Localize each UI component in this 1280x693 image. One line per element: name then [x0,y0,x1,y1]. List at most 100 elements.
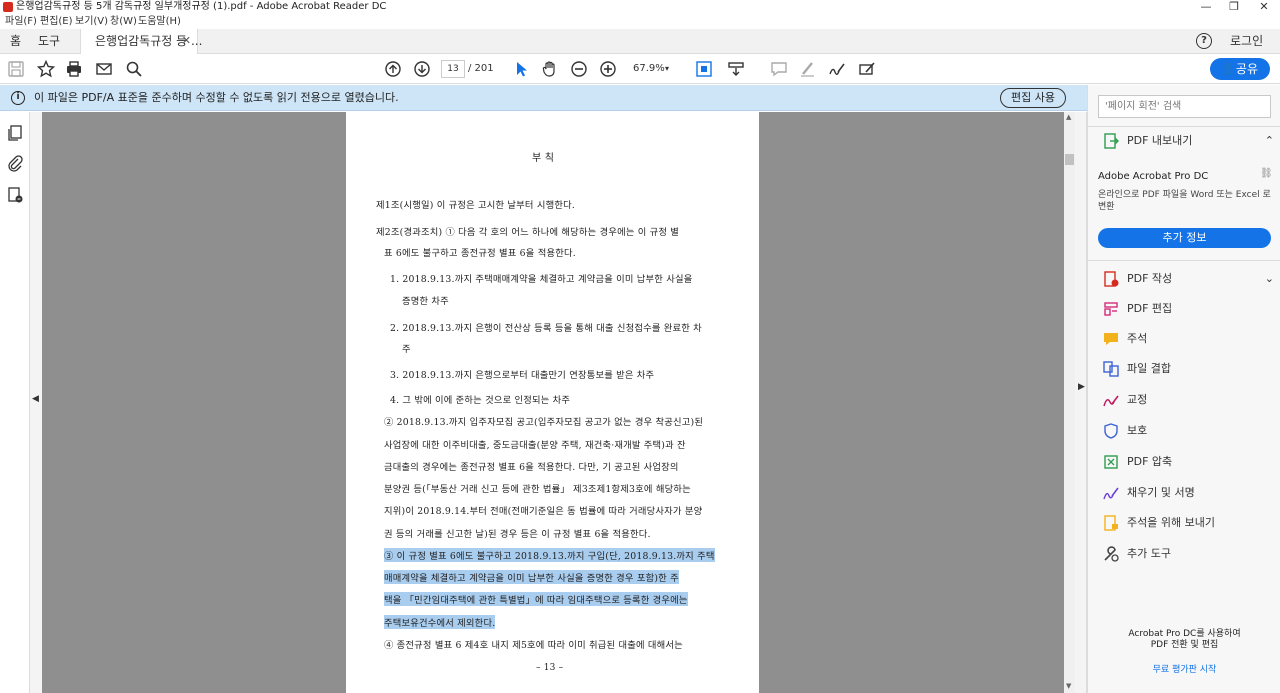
save-icon[interactable] [5,58,27,80]
title-bar: 은행업감독규정 등 5개 감독규정 일부개정규정 (1).pdf - Adobe… [0,0,1280,14]
menu-edit[interactable]: 편집(E) [40,14,73,29]
right-panel-toggle[interactable]: ▶ [1075,112,1087,693]
selected-line: 주택보유건수에서 제외한다. [384,615,496,629]
export-pdf-tool[interactable]: PDF 내보내기 ⌃ [1098,130,1276,152]
doc-line: 2. 2018.9.13.까지 은행이 전산상 등록 등을 통해 대출 신청접수… [390,323,702,334]
toolbar: 13 / 201 67.9% ▾ 👤 공유 [0,54,1280,84]
doc-line: 사업장에 대한 이주비대출, 중도금대출(분양 주택, 재건축·재개발 주택)과… [384,440,686,451]
minimize-button[interactable]: — [1192,0,1220,14]
tools-search-input[interactable]: '페이지 회전' 검색 [1098,95,1271,118]
doc-line: 4. 그 밖에 이에 준하는 것으로 인정되는 차주 [390,395,571,406]
scroll-mode-icon[interactable] [725,58,747,80]
chevron-down-icon[interactable]: ⌄ [1265,268,1274,290]
shield-icon [1104,423,1118,439]
left-panel-toggle[interactable]: ◀ [30,112,42,693]
tab-home[interactable]: 홈 [10,29,21,54]
email-icon[interactable] [93,58,115,80]
free-trial-link[interactable]: 무료 평가판 시작 [1088,662,1280,675]
zoom-in-icon[interactable] [597,58,619,80]
tool-combine-files[interactable]: 파일 결합 [1098,358,1276,380]
fill-and-sign-icon[interactable] [856,58,878,80]
chevron-up-icon[interactable]: ⌃ [1265,130,1274,152]
tool-label: PDF 압축 [1127,455,1173,468]
sign-icon[interactable] [826,58,848,80]
vertical-scrollbar[interactable]: ▲ ▼ [1064,112,1075,693]
tool-edit-pdf[interactable]: PDF 편집 [1098,298,1276,320]
help-icon[interactable]: ? [1196,33,1212,49]
doc-line: 권 등의 거래를 신고한 날)된 경우 등은 이 규정 별표 6을 적용한다. [384,529,651,540]
more-info-button[interactable]: 추가 정보 [1098,228,1271,248]
tool-label: PDF 편집 [1127,302,1173,315]
scroll-up-arrow-icon[interactable]: ▲ [1066,113,1071,121]
doc-line: ② 2018.9.13.까지 입주자모집 공고(입주자모집 공고가 없는 경우 … [384,417,704,428]
attachment-icon[interactable] [6,154,24,172]
zoom-level-select[interactable]: 67.9% ▾ [627,60,679,78]
document-viewer[interactable]: 부 칙 제1조(시행일) 이 규정은 고시한 날부터 시행한다. 제2조(경과조… [42,112,1064,693]
fit-page-icon[interactable] [693,58,715,80]
tool-compress-pdf[interactable]: PDF 압축 [1098,451,1276,473]
hand-tool-icon[interactable] [539,58,561,80]
menu-view[interactable]: 보기(V) [75,14,108,29]
link-chain-icon: ⛓ [1260,168,1273,179]
previous-page-icon[interactable] [382,58,404,80]
doc-line: 금대출의 경우에는 종전규정 별표 6을 적용한다. 다만, 기 공고된 사업장… [384,462,679,473]
divider [1088,260,1280,261]
tool-protect[interactable]: 보호 [1098,420,1276,442]
bookmark-star-icon[interactable] [35,58,57,80]
tool-comment[interactable]: 주석 [1098,328,1276,350]
scrollbar-thumb[interactable] [1065,154,1074,165]
doc-line: 3. 2018.9.13.까지 은행으로부터 대출만기 연장통보를 받은 차주 [390,370,655,381]
scroll-down-arrow-icon[interactable]: ▼ [1066,682,1071,690]
tool-label: 채우기 및 서명 [1127,486,1195,499]
tool-more-tools[interactable]: 추가 도구 [1098,543,1276,565]
login-link[interactable]: 로그인 [1230,29,1263,53]
tool-fill-and-sign[interactable]: 채우기 및 서명 [1098,482,1276,504]
selected-line: ③ 이 규정 별표 6에도 불구하고 2018.9.13.까지 구입(단, 20… [384,548,715,562]
doc-line: 1. 2018.9.13.까지 주택매매계약을 체결하고 계약금을 이미 납부한… [390,274,693,285]
selected-line: 택을 「민간임대주택에 관한 특별법」에 따라 임대주택으로 등록한 경우에는 [384,592,688,606]
enable-editing-button[interactable]: 편집 사용 [1000,88,1066,108]
comment-icon[interactable] [768,58,790,80]
send-for-comments-icon [1104,515,1118,531]
promo-description: 온라인으로 PDF 파일을 Word 또는 Excel 로 변환 [1098,190,1271,212]
close-tab-icon[interactable]: ✕ [182,29,191,53]
window-title: 은행업감독규정 등 5개 감독규정 일부개정규정 (1).pdf - Adobe… [16,1,387,12]
doc-line: 주 [402,344,411,355]
menu-help[interactable]: 도움말(H) [138,14,181,29]
highlight-pen-icon[interactable] [797,58,819,80]
doc-line: 지위)이 2018.9.14.부터 전매(전매기준일은 동 법률에 따라 거래당… [384,506,703,517]
tab-tools[interactable]: 도구 [38,29,60,54]
print-icon[interactable] [63,58,85,80]
more-tools-wrench-icon [1104,546,1119,562]
export-pdf-label: PDF 내보내기 [1127,134,1193,147]
page-thumbnails-icon[interactable] [6,124,24,142]
divider [1088,126,1280,127]
close-window-button[interactable]: ✕ [1250,0,1278,14]
tool-proofread[interactable]: 교정 [1098,389,1276,411]
tool-send-for-comments[interactable]: 주석을 위해 보내기 [1098,512,1276,534]
menu-file[interactable]: 파일(F) [5,14,37,29]
zoom-level-value: 67.9% [633,63,665,74]
next-page-icon[interactable] [411,58,433,80]
page-footer-number: – 13 – [536,663,564,673]
tool-create-pdf[interactable]: PDF 작성 ⌄ [1098,268,1276,290]
menu-window[interactable]: 창(W) [110,14,137,29]
tool-label: 파일 결합 [1127,362,1171,375]
search-icon[interactable] [123,58,145,80]
tools-pane: '페이지 회전' 검색 PDF 내보내기 ⌃ Adobe Acrobat Pro… [1087,85,1280,693]
pdf-page[interactable]: 부 칙 제1조(시행일) 이 규정은 고시한 날부터 시행한다. 제2조(경과조… [346,112,759,693]
select-cursor-icon[interactable] [510,58,532,80]
page-number-input[interactable]: 13 [441,60,465,78]
restore-button[interactable]: ❐ [1220,0,1248,14]
page-total: / 201 [468,63,494,74]
share-button[interactable]: 👤 공유 [1210,58,1270,80]
collapse-right-arrow-icon: ▶ [1078,382,1085,392]
pdfa-standards-icon[interactable] [6,186,24,204]
doc-line: ④ 종전규정 별표 6 제4호 내지 제5호에 따라 이미 취급된 대출에 대해… [384,640,683,651]
promo-footer-line1: Acrobat Pro DC를 사용하여 [1128,629,1241,639]
info-icon: i [11,91,25,105]
tab-document[interactable]: 은행업감독규정 등 ... ✕ [80,29,202,54]
left-navigation-rail [0,112,30,693]
zoom-out-icon[interactable] [568,58,590,80]
readonly-info-bar: i 이 파일은 PDF/A 표준을 준수하며 수정할 수 없도록 읽기 전용으로… [0,85,1087,111]
